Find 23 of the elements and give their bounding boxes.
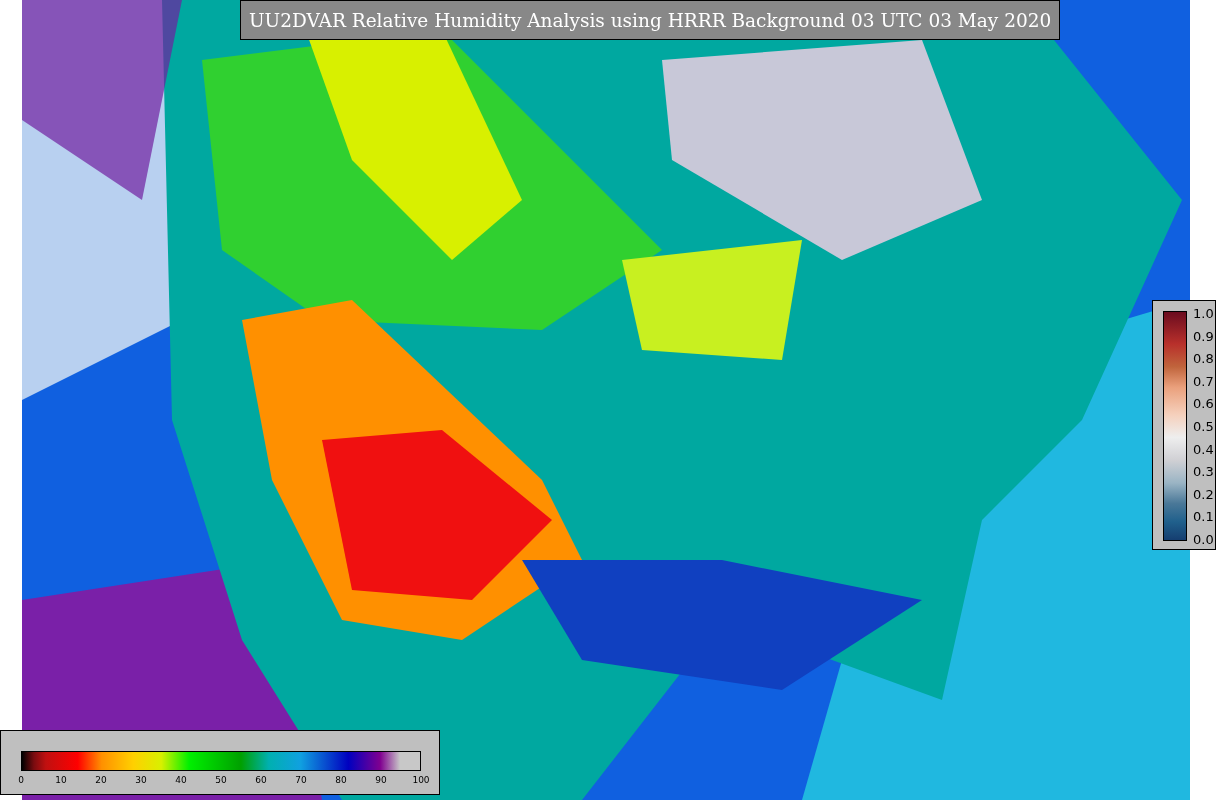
colorbar-tick-label: 30 bbox=[135, 775, 147, 785]
colorbar-tick-label: 0.5 bbox=[1193, 418, 1214, 434]
colorbar-tick-label: 0.8 bbox=[1193, 350, 1214, 366]
colorbar-tick-label: 0.2 bbox=[1193, 486, 1214, 502]
colorbar-tick-label: 0 bbox=[18, 775, 24, 785]
colorbar-tick-label: 0.0 bbox=[1193, 531, 1214, 547]
colorbar-tick-label: 80 bbox=[335, 775, 347, 785]
colorbar-tick-label: 60 bbox=[255, 775, 267, 785]
colorbar-tick-label: 50 bbox=[215, 775, 227, 785]
colorbar-tick-label: 1.0 bbox=[1193, 305, 1214, 321]
colorbar-tick-label: 0.4 bbox=[1193, 441, 1214, 457]
colorbar-tick-label: 0.6 bbox=[1193, 395, 1214, 411]
colorbar-tick-label: 0.3 bbox=[1193, 463, 1214, 479]
colorbar-tick-label: 40 bbox=[175, 775, 187, 785]
colorbar-tick-label: 70 bbox=[295, 775, 307, 785]
colorbar-tick-label: 0.7 bbox=[1193, 373, 1214, 389]
colorbar-tick-label: 100 bbox=[412, 775, 430, 785]
colorbar-tick-label: 20 bbox=[95, 775, 107, 785]
colorbar-tick-label: 90 bbox=[375, 775, 387, 785]
colorbar-tick-label: 0.1 bbox=[1193, 508, 1214, 524]
colorbar-tick-label: 0.9 bbox=[1193, 328, 1214, 344]
colorbar-tick-label: 10 bbox=[55, 775, 67, 785]
map-title: UU2DVAR Relative Humidity Analysis using HRRR Background 03 UTC 03 May 2020 bbox=[240, 0, 1061, 40]
